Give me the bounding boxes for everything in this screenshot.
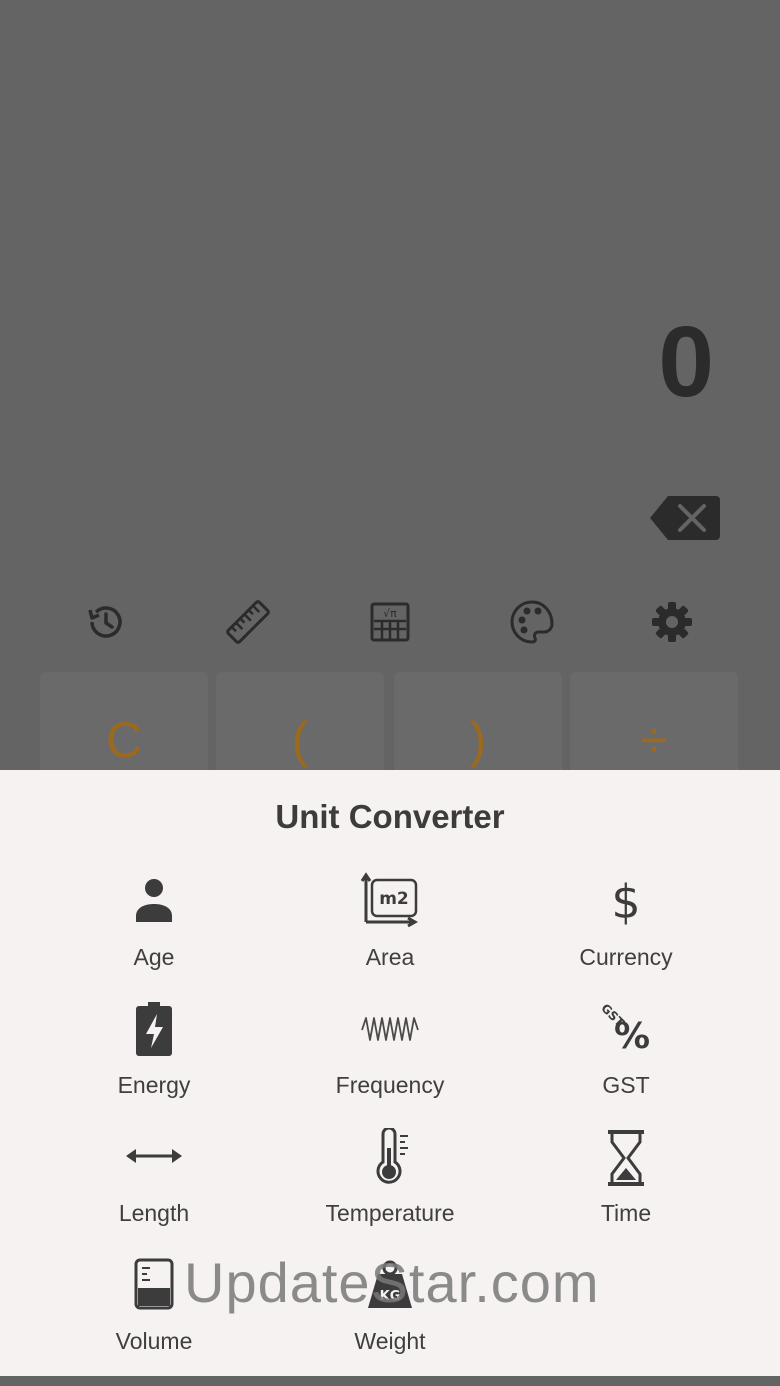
svg-text:√π: √π — [383, 607, 397, 620]
converter-length[interactable]: Length — [36, 1128, 272, 1238]
watermark: UpdateStar.com — [184, 1251, 600, 1314]
converter-label: Length — [118, 1200, 190, 1226]
converter-energy[interactable]: Energy — [36, 1000, 272, 1110]
beaker-icon — [134, 1258, 174, 1310]
converter-age[interactable]: Age — [36, 872, 272, 982]
converter-label: Currency — [579, 944, 673, 970]
backspace-icon[interactable] — [648, 494, 720, 542]
thermometer-icon — [376, 1128, 408, 1184]
converter-currency[interactable]: $ Currency — [508, 872, 744, 982]
converter-label: Time — [600, 1200, 652, 1226]
svg-text:$: $ — [611, 875, 640, 929]
converter-label: Volume — [115, 1328, 193, 1354]
calculator-background: 0 √π C ( ) ÷ — [0, 0, 780, 782]
converter-label: Area — [365, 944, 415, 970]
converter-label: Frequency — [335, 1072, 445, 1098]
converter-label: Age — [133, 944, 175, 970]
ruler-icon[interactable] — [224, 598, 272, 646]
sheet-title: Unit Converter — [275, 798, 505, 835]
converter-label: Temperature — [325, 1200, 455, 1226]
close-paren-key[interactable]: ) — [394, 672, 562, 782]
gear-icon[interactable] — [648, 598, 696, 646]
converter-area[interactable]: m2 Area — [272, 872, 508, 982]
converter-frequency[interactable]: Frequency — [272, 1000, 508, 1110]
wave-icon — [361, 1017, 419, 1041]
dollar-icon: $ — [611, 875, 640, 929]
area-icon-text: m2 — [379, 889, 409, 909]
converter-label: Energy — [117, 1072, 191, 1098]
bottom-edge — [0, 1376, 780, 1386]
clear-key[interactable]: C — [40, 672, 208, 782]
arrows-icon — [126, 1149, 182, 1163]
converter-label: GST — [602, 1072, 650, 1098]
palette-icon[interactable] — [508, 598, 556, 646]
converter-time[interactable]: Time — [508, 1128, 744, 1238]
result-display: 0 — [658, 306, 714, 418]
hourglass-icon — [608, 1130, 644, 1186]
converter-gst[interactable]: GST % GST — [508, 1000, 744, 1110]
area-icon: m2 — [360, 872, 419, 928]
divide-key[interactable]: ÷ — [570, 672, 738, 782]
person-icon — [136, 879, 172, 922]
gst-icon: GST % — [600, 1001, 650, 1057]
scientific-icon[interactable]: √π — [366, 598, 414, 646]
svg-text:%: % — [614, 1016, 650, 1057]
converter-label: Weight — [354, 1328, 426, 1354]
open-paren-key[interactable]: ( — [216, 672, 384, 782]
converter-temperature[interactable]: Temperature — [272, 1128, 508, 1238]
history-icon[interactable] — [82, 598, 130, 646]
battery-icon — [136, 1002, 172, 1056]
